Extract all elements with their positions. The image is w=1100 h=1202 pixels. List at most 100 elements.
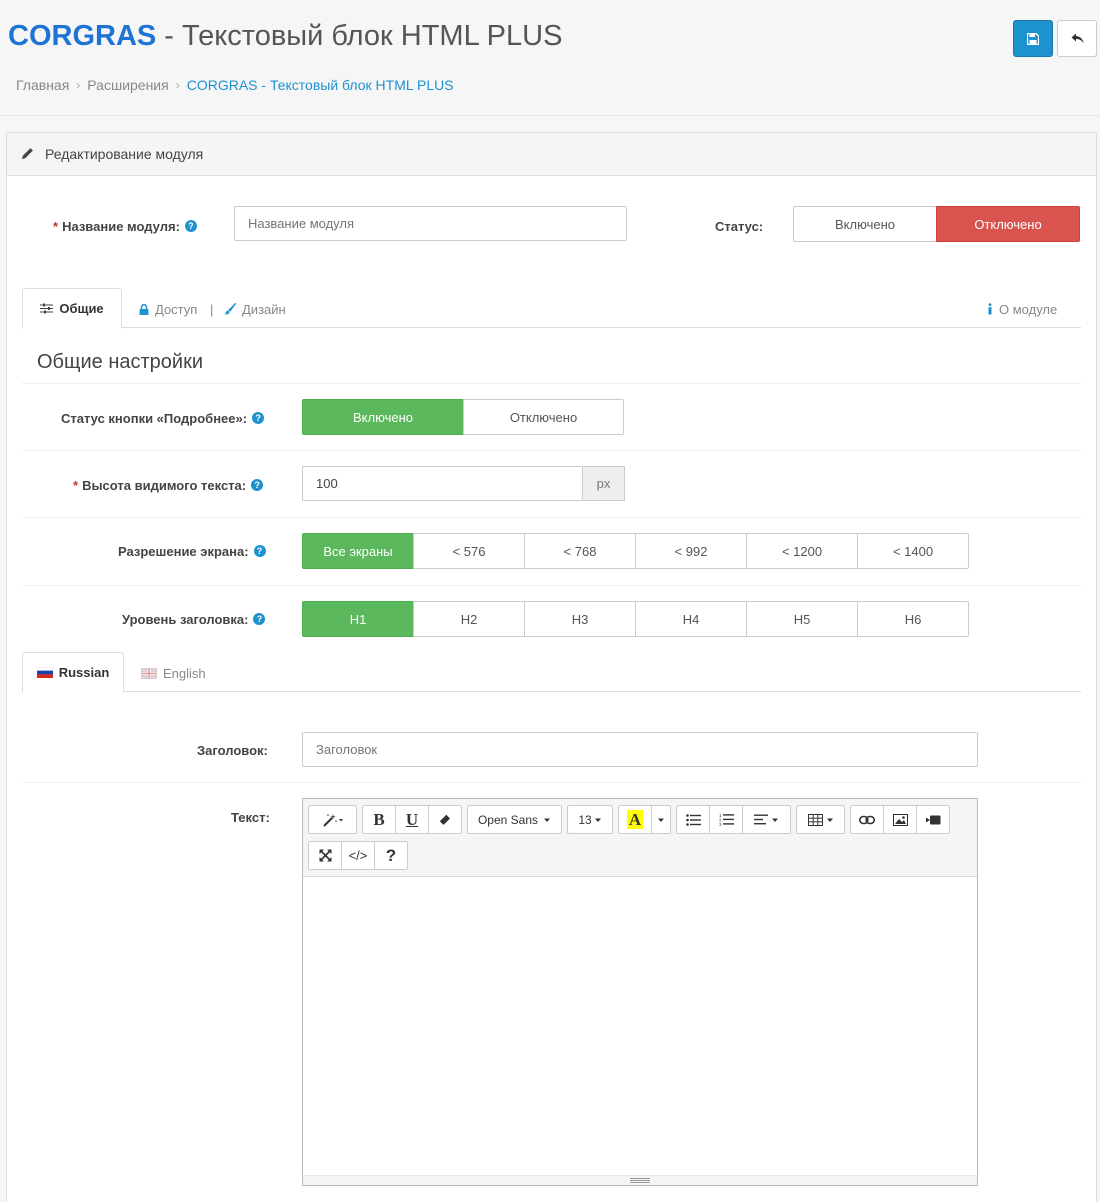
fullscreen-button[interactable] — [308, 841, 342, 870]
status-label: Статус: — [715, 218, 764, 234]
align-left-icon — [754, 814, 768, 825]
russia-flag-icon — [36, 667, 53, 678]
tab-design[interactable]: Дизайн — [224, 300, 286, 318]
heading-option-h4[interactable]: H4 — [635, 601, 747, 637]
help-icon[interactable]: ? — [252, 412, 265, 424]
screen-resolution-label: Разрешение экрана: ? — [118, 542, 266, 560]
help-icon[interactable]: ? — [251, 479, 264, 491]
unordered-list-button[interactable] — [676, 805, 710, 834]
screen-resolution-group: Все экраны < 576 < 768 < 992 < 1200 < 14… — [302, 533, 973, 569]
page-title-text: - Текстовый блок HTML PLUS — [156, 20, 563, 52]
language-tabs-line — [22, 691, 1081, 692]
paint-brush-icon — [224, 303, 236, 315]
breadcrumb-extensions[interactable]: Расширения — [87, 77, 168, 93]
screen-option-768[interactable]: < 768 — [524, 533, 636, 569]
help-button[interactable]: ? — [374, 841, 408, 870]
link-icon — [859, 815, 875, 824]
font-size-select[interactable]: 13 — [567, 805, 613, 834]
image-icon — [892, 813, 908, 826]
required-asterisk: * — [73, 477, 79, 493]
breadcrumb-current[interactable]: CORGRAS - Текстовый блок HTML PLUS — [187, 77, 454, 93]
ordered-list-button[interactable]: 1 2 3 — [709, 805, 743, 834]
status-toggle: Включено Отключено — [793, 206, 1080, 242]
editor-content-area[interactable] — [303, 877, 977, 1175]
divider — [22, 383, 1081, 384]
font-name-select[interactable]: Open Sans — [467, 805, 562, 834]
code-view-button[interactable]: </> — [341, 841, 375, 870]
reply-arrow-icon — [1071, 33, 1083, 44]
tab-about[interactable]: О модуле — [987, 300, 1057, 318]
video-camera-icon — [925, 815, 940, 824]
fullscreen-icon — [318, 849, 332, 862]
panel-heading-title: Редактирование модуля — [45, 146, 204, 162]
help-icon[interactable]: ? — [184, 220, 197, 232]
title-label: Заголовок: — [197, 742, 268, 758]
caret-down-icon — [658, 818, 664, 822]
module-name-label: * Название модуля: ? — [53, 217, 197, 235]
status-off-button[interactable]: Отключено — [936, 206, 1080, 242]
heading-option-h1[interactable]: H1 — [302, 601, 414, 637]
page-header: CORGRAS - Текстовый блок HTML PLUS Главн… — [0, 0, 1100, 116]
tab-language-russian[interactable]: Russian — [22, 652, 124, 693]
panel-heading: Редактирование модуля — [7, 133, 1096, 176]
heading-option-h5[interactable]: H5 — [746, 601, 858, 637]
help-icon[interactable]: ? — [253, 613, 266, 625]
grip-lines-icon — [630, 1178, 650, 1183]
editor-resize-handle[interactable] — [303, 1175, 977, 1185]
underline-button[interactable]: U — [395, 805, 429, 834]
magic-style-button[interactable] — [308, 805, 357, 834]
lock-icon — [139, 303, 149, 315]
paragraph-align-button[interactable] — [742, 805, 791, 834]
more-off-button[interactable]: Отключено — [463, 399, 624, 435]
text-color-button[interactable]: A — [618, 805, 652, 834]
link-button[interactable] — [850, 805, 884, 834]
bold-button[interactable]: B — [362, 805, 396, 834]
more-button-status-label: Статус кнопки «Подробнее»: ? — [61, 409, 265, 427]
pencil-icon — [22, 148, 33, 159]
tab-general[interactable]: Общие — [22, 288, 122, 329]
tab-access[interactable]: Доступ — [139, 300, 197, 318]
breadcrumb-home[interactable]: Главная — [16, 77, 69, 93]
visible-height-input[interactable] — [302, 466, 583, 501]
image-button[interactable] — [883, 805, 917, 834]
breadcrumb: Главная › Расширения › CORGRAS - Текстов… — [16, 77, 454, 93]
caret-down-icon — [594, 818, 601, 822]
svg-text:3: 3 — [719, 822, 722, 826]
unit-addon: px — [583, 466, 625, 501]
screen-option-all[interactable]: Все экраны — [302, 533, 414, 569]
table-button[interactable] — [796, 805, 845, 834]
module-name-input[interactable] — [234, 206, 627, 241]
chevron-right-icon: › — [76, 78, 81, 92]
divider — [22, 517, 1081, 518]
screen-option-576[interactable]: < 576 — [413, 533, 525, 569]
tab-language-english[interactable]: English — [141, 664, 206, 682]
caret-down-icon — [826, 818, 833, 822]
heading-option-h2[interactable]: H2 — [413, 601, 525, 637]
heading-option-h6[interactable]: H6 — [857, 601, 969, 637]
main-tabs-line — [22, 327, 1081, 328]
save-button[interactable] — [1013, 20, 1053, 57]
screen-option-1400[interactable]: < 1400 — [857, 533, 969, 569]
status-on-button[interactable]: Включено — [793, 206, 937, 242]
screen-option-1200[interactable]: < 1200 — [746, 533, 858, 569]
heading-level-label: Уровень заголовка: ? — [122, 610, 266, 628]
caret-down-icon — [544, 818, 551, 822]
page-title-brand: CORGRAS — [8, 20, 157, 52]
sliders-icon — [40, 303, 54, 314]
screen-option-992[interactable]: < 992 — [635, 533, 747, 569]
text-color-dropdown[interactable] — [651, 805, 671, 834]
required-asterisk: * — [53, 218, 59, 234]
uk-flag-icon — [141, 667, 157, 679]
info-icon — [988, 303, 992, 315]
more-button-toggle: Включено Отключено — [302, 399, 624, 435]
heading-option-h3[interactable]: H3 — [524, 601, 636, 637]
back-button[interactable] — [1057, 20, 1097, 57]
video-button[interactable] — [916, 805, 950, 834]
help-icon[interactable]: ? — [253, 545, 266, 557]
text-label: Текст: — [231, 809, 270, 825]
more-on-button[interactable]: Включено — [302, 399, 464, 435]
title-input[interactable] — [302, 732, 978, 767]
clear-format-button[interactable] — [428, 805, 462, 834]
list-ul-icon — [685, 813, 701, 826]
list-ol-icon: 1 2 3 — [719, 813, 734, 826]
